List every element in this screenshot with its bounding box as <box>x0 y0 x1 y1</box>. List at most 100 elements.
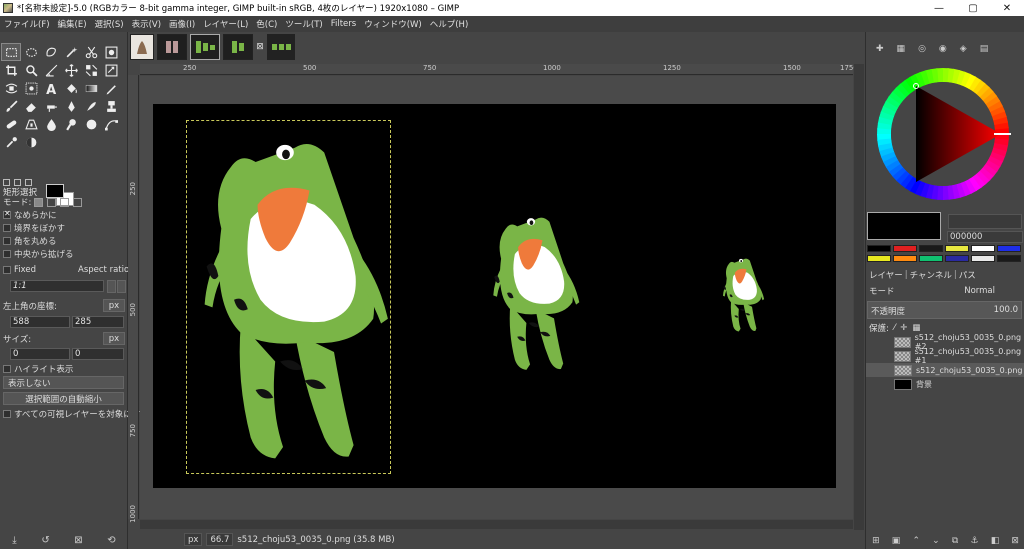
close-button[interactable]: ✕ <box>990 0 1024 16</box>
device-status-tab-icon[interactable] <box>14 178 21 186</box>
maximize-button[interactable]: ▢ <box>956 0 990 16</box>
new-group-icon[interactable]: ▣ <box>892 536 901 546</box>
fixed-checkbox[interactable] <box>3 266 11 274</box>
layer-row[interactable]: 背景 <box>866 377 1024 391</box>
duplicate-layer-icon[interactable]: ⧉ <box>952 536 958 546</box>
dodge-burn-tool-icon[interactable] <box>82 116 100 132</box>
menu-windows[interactable]: ウィンドウ(W) <box>364 18 422 30</box>
tab-close-icon[interactable]: ⊠ <box>256 34 264 60</box>
opacity-slider[interactable]: 不透明度 100.0 <box>867 301 1022 319</box>
expand-center-row[interactable]: 中央から拡げる <box>3 248 74 260</box>
paintbrush-tool-icon[interactable] <box>2 98 20 114</box>
color-picker-button[interactable] <box>948 214 1022 229</box>
bucket-fill-tool-icon[interactable] <box>62 80 80 96</box>
channels-tab[interactable]: チャンネル <box>910 269 952 281</box>
layer-row-selected[interactable]: s512_choju53_0035_0.png <box>866 363 1024 377</box>
subtract-mode-icon[interactable] <box>60 197 70 207</box>
landscape-icon[interactable] <box>107 280 116 293</box>
clone-tool-icon[interactable] <box>102 98 120 114</box>
aspect-ratio-dropdown[interactable]: Aspect ratio <box>78 265 129 275</box>
shrink-merged-checkbox[interactable] <box>3 410 11 418</box>
image-tab-3[interactable] <box>190 34 220 60</box>
expand-center-checkbox[interactable] <box>3 250 11 258</box>
canvas-area[interactable] <box>140 76 853 519</box>
align-tool-icon[interactable] <box>82 62 100 78</box>
text-tool-icon[interactable]: A <box>42 80 60 96</box>
rect-select-tool-icon[interactable] <box>1 43 21 61</box>
patterns-tab-icon[interactable]: ▦ <box>897 44 906 54</box>
image-canvas[interactable] <box>153 104 836 488</box>
color-tools-icon[interactable] <box>22 134 40 150</box>
horizontal-ruler[interactable]: 250 500 750 1000 1250 1500 1750 <box>140 64 858 75</box>
highlight-row[interactable]: ハイライト表示 <box>3 363 73 375</box>
restore-preset-icon[interactable]: ↺ <box>41 535 49 546</box>
menu-help[interactable]: ヘルプ(H) <box>430 18 469 30</box>
vertical-ruler[interactable]: 250 500 750 1000 <box>128 75 139 523</box>
free-select-tool-icon[interactable] <box>42 44 60 60</box>
replace-mode-icon[interactable] <box>34 197 44 207</box>
menu-tools[interactable]: ツール(T) <box>285 18 322 30</box>
palette-swatch[interactable] <box>867 245 891 252</box>
measure-tool-icon[interactable] <box>42 62 60 78</box>
menu-edit[interactable]: 編集(E) <box>58 18 87 30</box>
anchor-layer-icon[interactable]: ⚓ <box>970 536 978 546</box>
feather-checkbox[interactable] <box>3 224 11 232</box>
color-picker-tool-icon[interactable] <box>2 134 20 150</box>
palette-swatch[interactable] <box>945 255 969 262</box>
menu-layer[interactable]: レイヤー(L) <box>203 18 248 30</box>
fuzzy-select-tool-icon[interactable] <box>62 44 80 60</box>
pencil-tool-icon[interactable] <box>102 80 120 96</box>
layers-tab[interactable]: レイヤー <box>869 269 903 281</box>
rounded-row[interactable]: 角を丸める <box>3 235 57 247</box>
menu-image[interactable]: 画像(I) <box>169 18 195 30</box>
position-unit-select[interactable]: px <box>103 299 125 312</box>
paths-tab[interactable]: パス <box>959 269 976 281</box>
perspective-clone-tool-icon[interactable] <box>22 116 40 132</box>
menu-select[interactable]: 選択(S) <box>95 18 124 30</box>
lock-position-icon[interactable]: ✛ <box>900 323 907 333</box>
palette-swatch[interactable] <box>997 255 1021 262</box>
image-tab-1[interactable] <box>130 34 154 60</box>
raise-layer-icon[interactable]: ⌃ <box>912 536 920 546</box>
image-tab-5[interactable] <box>267 34 295 60</box>
minimize-button[interactable]: — <box>922 0 956 16</box>
fonts-tab-icon[interactable]: ◎ <box>918 44 926 54</box>
ink-tool-icon[interactable] <box>62 98 80 114</box>
palette-swatch[interactable] <box>945 245 969 252</box>
feather-row[interactable]: 境界をぼかす <box>3 222 65 234</box>
colors-tab-icon[interactable]: ◉ <box>939 44 947 54</box>
gradient-tool-icon[interactable] <box>82 80 100 96</box>
unit-select[interactable]: px <box>184 533 203 546</box>
palette-tab-icon[interactable]: ◈ <box>960 44 967 54</box>
zoom-tool-icon[interactable] <box>22 62 40 78</box>
ratio-input[interactable]: 1:1 <box>10 280 104 292</box>
portrait-icon[interactable] <box>117 280 126 293</box>
shrink-merged-row[interactable]: すべての可視レイヤーを対象にす <box>3 408 140 420</box>
delete-layer-icon[interactable]: ⊠ <box>1011 536 1019 546</box>
zoom-select[interactable]: 66.7 <box>206 533 234 546</box>
menu-file[interactable]: ファイル(F) <box>4 18 50 30</box>
layer-mode-select[interactable]: Normal <box>964 286 995 296</box>
crop-tool-icon[interactable] <box>2 62 20 78</box>
lock-pixels-icon[interactable]: ⁄ <box>894 323 895 333</box>
image-tab-2[interactable] <box>157 34 187 60</box>
reset-options-icon[interactable]: ⟲ <box>107 535 115 546</box>
image-tab-4[interactable] <box>223 34 253 60</box>
fixed-row[interactable]: Fixed <box>3 265 36 275</box>
mask-icon[interactable]: ◧ <box>991 536 1000 546</box>
brushes-tab-icon[interactable]: ✚ <box>876 44 884 54</box>
palette-swatch[interactable] <box>893 245 917 252</box>
ellipse-select-tool-icon[interactable] <box>22 44 40 60</box>
airbrush-tool-icon[interactable] <box>42 98 60 114</box>
foreground-select-tool-icon[interactable] <box>102 44 120 60</box>
antialias-row[interactable]: なめらかに <box>3 209 57 221</box>
position-y-input[interactable]: 285 <box>72 316 124 328</box>
hex-color-input[interactable]: 000000 <box>947 231 1023 243</box>
blur-sharpen-tool-icon[interactable] <box>42 116 60 132</box>
size-unit-select[interactable]: px <box>103 332 125 345</box>
move-tool-icon[interactable] <box>62 62 80 78</box>
selection-marquee[interactable] <box>186 120 391 474</box>
highlight-checkbox[interactable] <box>3 365 11 373</box>
menu-view[interactable]: 表示(V) <box>132 18 161 30</box>
auto-shrink-button[interactable]: 選択範囲の自動縮小 <box>3 392 124 405</box>
